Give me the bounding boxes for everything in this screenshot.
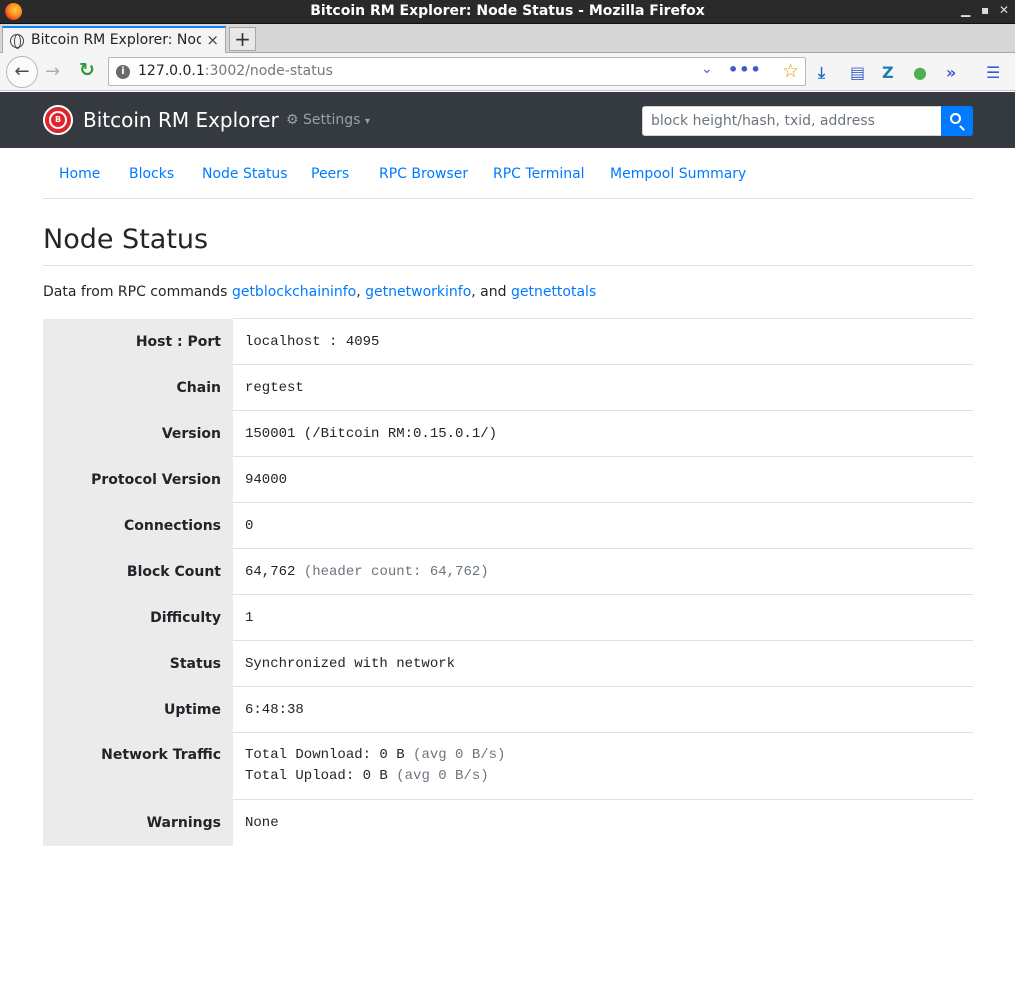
chain-label: Chain (43, 364, 233, 411)
desc-prefix: Data from RPC commands (43, 284, 232, 300)
reload-button[interactable]: ↻ (79, 59, 95, 81)
status-row-warnings: Warnings None (43, 799, 973, 846)
version-label: Version (43, 410, 233, 457)
page-actions-menu-icon[interactable]: ••• (728, 60, 762, 79)
host-value: localhost : 4095 (233, 318, 973, 365)
caret-down-icon: ▾ (364, 116, 370, 127)
page-title: Node Status (43, 224, 209, 255)
url-dropdown-chevron-icon[interactable]: ⌄ (701, 61, 713, 77)
hamburger-menu-icon[interactable]: ☰ (986, 63, 1000, 82)
download-line: Total Download: 0 B (avg 0 B/s) (245, 745, 961, 766)
nav-link-rpc-browser[interactable]: RPC Browser (379, 166, 468, 182)
close-window-icon[interactable]: ✕ (999, 3, 1009, 17)
status-value: Synchronized with network (233, 640, 973, 687)
tab-title: Bitcoin RM Explorer: Node Status (31, 32, 201, 48)
status-row-uptime: Uptime 6:48:38 (43, 686, 973, 733)
status-row-host: Host : Port localhost : 4095 (43, 318, 973, 365)
extension-z-icon[interactable]: Z (882, 63, 894, 82)
uptime-value: 6:48:38 (233, 686, 973, 733)
download-avg: (avg 0 B/s) (413, 747, 506, 763)
rpc-link-getnetworkinfo[interactable]: getnetworkinfo (365, 284, 471, 300)
nav-link-blocks[interactable]: Blocks (129, 166, 174, 182)
desc-sep1: , (356, 284, 366, 300)
upload-line: Total Upload: 0 B (avg 0 B/s) (245, 766, 961, 787)
extension-js-icon[interactable]: ● (913, 63, 927, 82)
url-host: 127.0.0.1 (138, 63, 205, 79)
status-row-status: Status Synchronized with network (43, 640, 973, 687)
uptime-label: Uptime (43, 686, 233, 733)
download-total: Total Download: 0 B (245, 747, 405, 763)
difficulty-value: 1 (233, 594, 973, 641)
block-count-value: 64,762 (245, 563, 296, 580)
nav-link-peers[interactable]: Peers (311, 166, 349, 182)
minimize-window-icon[interactable]: ▁ (961, 3, 970, 17)
brand-name[interactable]: Bitcoin RM Explorer (83, 108, 279, 132)
nav-link-rpc-terminal[interactable]: RPC Terminal (493, 166, 585, 182)
search-icon (950, 113, 961, 124)
url-text[interactable]: 127.0.0.1:3002/node-status (138, 63, 333, 79)
nav-link-home[interactable]: Home (59, 166, 100, 182)
status-row-chain: Chain regtest (43, 364, 973, 411)
header-count-value: (header count: 64,762) (303, 563, 489, 580)
desc-sep2: , and (471, 284, 511, 300)
sidebar-library-icon[interactable]: ▤ (850, 63, 865, 82)
tab-strip: Bitcoin RM Explorer: Node Status × + (0, 24, 1015, 53)
status-row-difficulty: Difficulty 1 (43, 594, 973, 641)
nav-link-node-status[interactable]: Node Status (202, 166, 288, 182)
maximize-window-icon[interactable]: ▪ (981, 3, 989, 17)
search-input[interactable] (642, 106, 942, 136)
gear-icon: ⚙ (286, 112, 299, 128)
globe-icon (10, 34, 24, 49)
back-button[interactable]: ← (6, 56, 38, 88)
version-value: 150001 (/Bitcoin RM:0.15.0.1/) (233, 410, 973, 457)
status-row-version: Version 150001 (/Bitcoin RM:0.15.0.1/) (43, 410, 973, 457)
forward-button[interactable]: → (45, 61, 60, 82)
rpc-link-getnettotals[interactable]: getnettotals (511, 284, 596, 300)
network-traffic-cell: Total Download: 0 B (avg 0 B/s) Total Up… (233, 732, 973, 800)
settings-dropdown[interactable]: ⚙ Settings ▾ (286, 112, 370, 128)
upload-avg: (avg 0 B/s) (396, 768, 489, 784)
difficulty-label: Difficulty (43, 594, 233, 641)
window-titlebar: Bitcoin RM Explorer: Node Status - Mozil… (0, 0, 1015, 24)
status-row-block-count: Block Count 64,762 (header count: 64,762… (43, 548, 973, 595)
bookmark-star-icon[interactable]: ☆ (782, 60, 799, 82)
url-path: :3002/node-status (204, 63, 333, 79)
connections-value: 0 (233, 502, 973, 549)
new-tab-button[interactable]: + (229, 27, 256, 51)
window-title: Bitcoin RM Explorer: Node Status - Mozil… (310, 3, 705, 19)
status-row-protocol-version: Protocol Version 94000 (43, 456, 973, 503)
status-row-network-traffic: Network Traffic Total Download: 0 B (avg… (43, 732, 973, 800)
node-status-table: Host : Port localhost : 4095 Chain regte… (43, 318, 973, 846)
block-count-label: Block Count (43, 548, 233, 595)
overflow-menu-chevrons-icon[interactable]: » (946, 63, 956, 82)
chain-value: regtest (233, 364, 973, 411)
warnings-value: None (233, 799, 973, 846)
host-label: Host : Port (43, 318, 233, 365)
brand-logo-icon[interactable]: B (43, 105, 73, 135)
status-row-connections: Connections 0 (43, 502, 973, 549)
settings-label: Settings (303, 112, 361, 128)
protocol-version-value: 94000 (233, 456, 973, 503)
browser-tab[interactable]: Bitcoin RM Explorer: Node Status × (2, 26, 226, 53)
page-description: Data from RPC commands getblockchaininfo… (43, 284, 596, 300)
protocol-version-label: Protocol Version (43, 456, 233, 503)
status-label: Status (43, 640, 233, 687)
connections-label: Connections (43, 502, 233, 549)
search-button[interactable] (941, 106, 973, 136)
site-header: B Bitcoin RM Explorer ⚙ Settings ▾ (0, 92, 1015, 148)
upload-total: Total Upload: 0 B (245, 768, 388, 784)
rpc-link-getblockchaininfo[interactable]: getblockchaininfo (232, 284, 356, 300)
page-nav: Home Blocks Node Status Peers RPC Browse… (43, 148, 973, 199)
site-info-icon[interactable]: i (116, 65, 130, 79)
downloads-icon[interactable]: ⤓ (818, 63, 825, 83)
nav-link-mempool-summary[interactable]: Mempool Summary (610, 166, 746, 182)
brand-logo-glyph: B (49, 111, 67, 129)
close-tab-icon[interactable]: × (206, 31, 219, 49)
title-divider (43, 265, 973, 266)
block-count-cell: 64,762 (header count: 64,762) (233, 548, 973, 595)
network-traffic-label: Network Traffic (43, 732, 233, 800)
url-bar[interactable]: i 127.0.0.1:3002/node-status ⌄ ••• ☆ (108, 57, 806, 86)
browser-toolbar: ← → ↻ i 127.0.0.1:3002/node-status ⌄ •••… (0, 53, 1015, 91)
warnings-label: Warnings (43, 799, 233, 846)
